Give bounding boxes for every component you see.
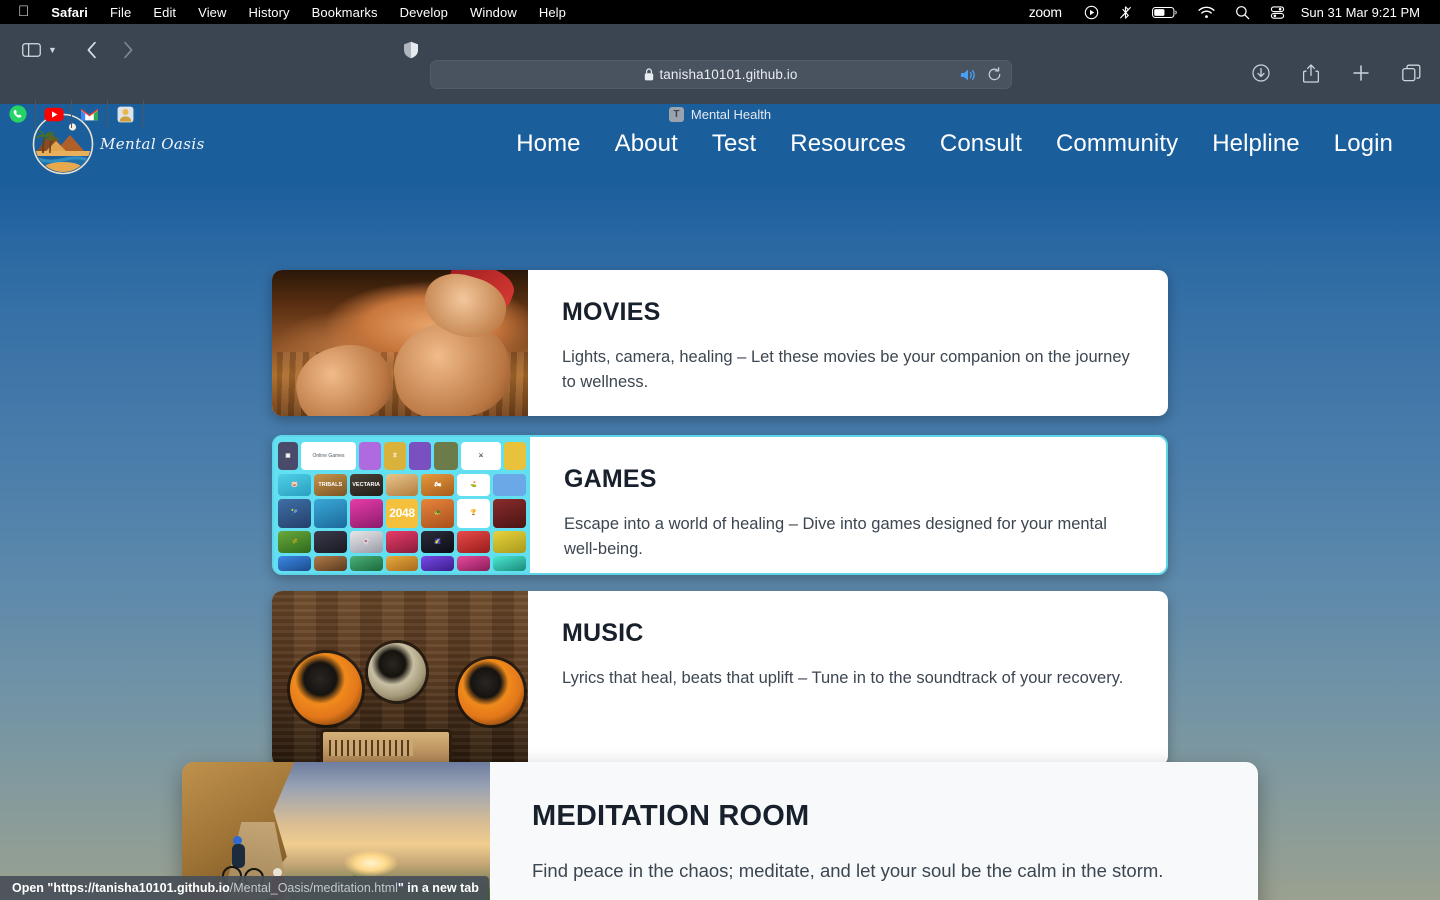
- card-music-image: [272, 591, 528, 766]
- nav-link-login[interactable]: Login: [1317, 130, 1410, 158]
- site-nav-links: Home About Test Resources Consult Commun…: [499, 130, 1440, 158]
- menu-window[interactable]: Window: [459, 5, 528, 20]
- address-bar-url: tanisha10101.github.io: [659, 67, 798, 82]
- lock-icon: [644, 68, 654, 81]
- tab-favicon: T: [668, 106, 684, 122]
- card-movies-body: MOVIES Lights, camera, healing – Let the…: [528, 270, 1168, 416]
- privacy-shield-icon[interactable]: [396, 37, 426, 63]
- menu-view[interactable]: View: [187, 5, 237, 20]
- link-status-tooltip: Open "https://tanisha10101.github.io/Men…: [0, 876, 489, 900]
- nav-link-home[interactable]: Home: [499, 130, 597, 158]
- site-brand-name: Mental Oasis: [100, 135, 205, 153]
- battery-icon[interactable]: [1142, 6, 1188, 19]
- forward-button[interactable]: [113, 37, 143, 63]
- menu-bar-clock[interactable]: Sun 31 Mar 9:21 PM: [1295, 5, 1426, 20]
- safari-chrome: ▼ tanisha10101.github.io T Mental Health: [0, 24, 1440, 128]
- address-bar[interactable]: tanisha10101.github.io: [430, 60, 1012, 89]
- card-games-description: Escape into a world of healing – Dive in…: [564, 515, 1107, 558]
- card-movies[interactable]: MOVIES Lights, camera, healing – Let the…: [272, 270, 1168, 416]
- menu-safari[interactable]: Safari: [40, 5, 99, 20]
- tab-mental-health[interactable]: T Mental Health: [668, 106, 772, 122]
- card-music[interactable]: MUSIC Lyrics that heal, beats that uplif…: [272, 591, 1168, 766]
- wifi-icon[interactable]: [1188, 6, 1225, 19]
- card-movies-image: [272, 270, 528, 416]
- menu-edit[interactable]: Edit: [142, 5, 187, 20]
- nav-link-resources[interactable]: Resources: [773, 130, 923, 158]
- card-movies-title: MOVIES: [562, 298, 661, 326]
- games-search-label: Online Games: [301, 442, 356, 470]
- card-games-image: ▣ Online Games ♖ ⚔ 🐷 TRIBALS VECTARIA 🏍 …: [274, 437, 530, 573]
- chevron-down-icon[interactable]: ▼: [48, 45, 65, 55]
- share-icon[interactable]: [1296, 60, 1326, 86]
- address-bar-content: tanisha10101.github.io: [644, 67, 797, 82]
- sidebar-toggle-button[interactable]: [16, 37, 46, 63]
- bluetooth-off-icon[interactable]: [1109, 5, 1142, 20]
- nav-link-about[interactable]: About: [598, 130, 695, 158]
- card-games-body: GAMES Escape into a world of healing – D…: [530, 437, 1166, 573]
- card-meditation-body: MEDITATION ROOM Find peace in the chaos;…: [490, 762, 1258, 900]
- screen-record-icon[interactable]: [1074, 5, 1109, 20]
- card-meditation-description: Find peace in the chaos; meditate, and l…: [532, 860, 1164, 881]
- card-meditation-title: MEDITATION ROOM: [532, 800, 810, 832]
- audio-playing-icon[interactable]: [960, 68, 976, 82]
- menu-file[interactable]: File: [99, 5, 142, 20]
- back-button[interactable]: [77, 37, 107, 63]
- tabs-icon[interactable]: [1396, 60, 1426, 86]
- toolbar-right-actions: [1246, 60, 1426, 86]
- spotlight-search-icon[interactable]: [1225, 5, 1260, 20]
- card-music-description: Lyrics that heal, beats that uplift – Tu…: [562, 669, 1124, 687]
- card-movies-description: Lights, camera, healing – Let these movi…: [562, 348, 1130, 391]
- sidebar-controls: ▼: [16, 37, 65, 63]
- macos-menu-bar:  Safari File Edit View History Bookmark…: [0, 0, 1440, 24]
- status-prefix: Open "https://tanisha10101.github.io: [12, 881, 230, 895]
- menu-history[interactable]: History: [238, 5, 301, 20]
- nav-link-consult[interactable]: Consult: [923, 130, 1039, 158]
- card-games-title: GAMES: [564, 465, 657, 493]
- card-music-body: MUSIC Lyrics that heal, beats that uplif…: [528, 591, 1168, 766]
- status-suffix: " in a new tab: [397, 881, 479, 895]
- screen-root:  Safari File Edit View History Bookmark…: [0, 0, 1440, 900]
- download-icon[interactable]: [1246, 60, 1276, 86]
- plus-icon[interactable]: [1346, 60, 1376, 86]
- control-center-icon[interactable]: [1260, 5, 1295, 20]
- nav-link-helpline[interactable]: Helpline: [1195, 130, 1317, 158]
- navigation-buttons: [77, 37, 143, 63]
- apple-logo-icon[interactable]: : [10, 4, 40, 19]
- menu-develop[interactable]: Develop: [389, 5, 459, 20]
- menu-bookmarks[interactable]: Bookmarks: [301, 5, 389, 20]
- web-page-viewport: Mental Oasis Home About Test Resources C…: [0, 104, 1440, 900]
- address-bar-actions: [960, 67, 1002, 82]
- reload-icon[interactable]: [987, 67, 1002, 82]
- tab-bar: T Mental Health: [0, 100, 1440, 128]
- card-games[interactable]: ▣ Online Games ♖ ⚔ 🐷 TRIBALS VECTARIA 🏍 …: [272, 435, 1168, 575]
- menu-bar-app-menus:  Safari File Edit View History Bookmark…: [10, 4, 577, 20]
- tab-title: Mental Health: [690, 106, 772, 122]
- nav-link-community[interactable]: Community: [1039, 130, 1195, 158]
- status-path: /Mental_Oasis/meditation.html: [229, 881, 398, 895]
- menu-bar-status-items: zoom Sun 31 Mar 9:21 PM: [1019, 4, 1430, 20]
- card-music-title: MUSIC: [562, 619, 644, 647]
- menu-help[interactable]: Help: [528, 5, 577, 20]
- zoom-menu-item[interactable]: zoom: [1019, 4, 1074, 20]
- nav-link-test[interactable]: Test: [695, 130, 773, 158]
